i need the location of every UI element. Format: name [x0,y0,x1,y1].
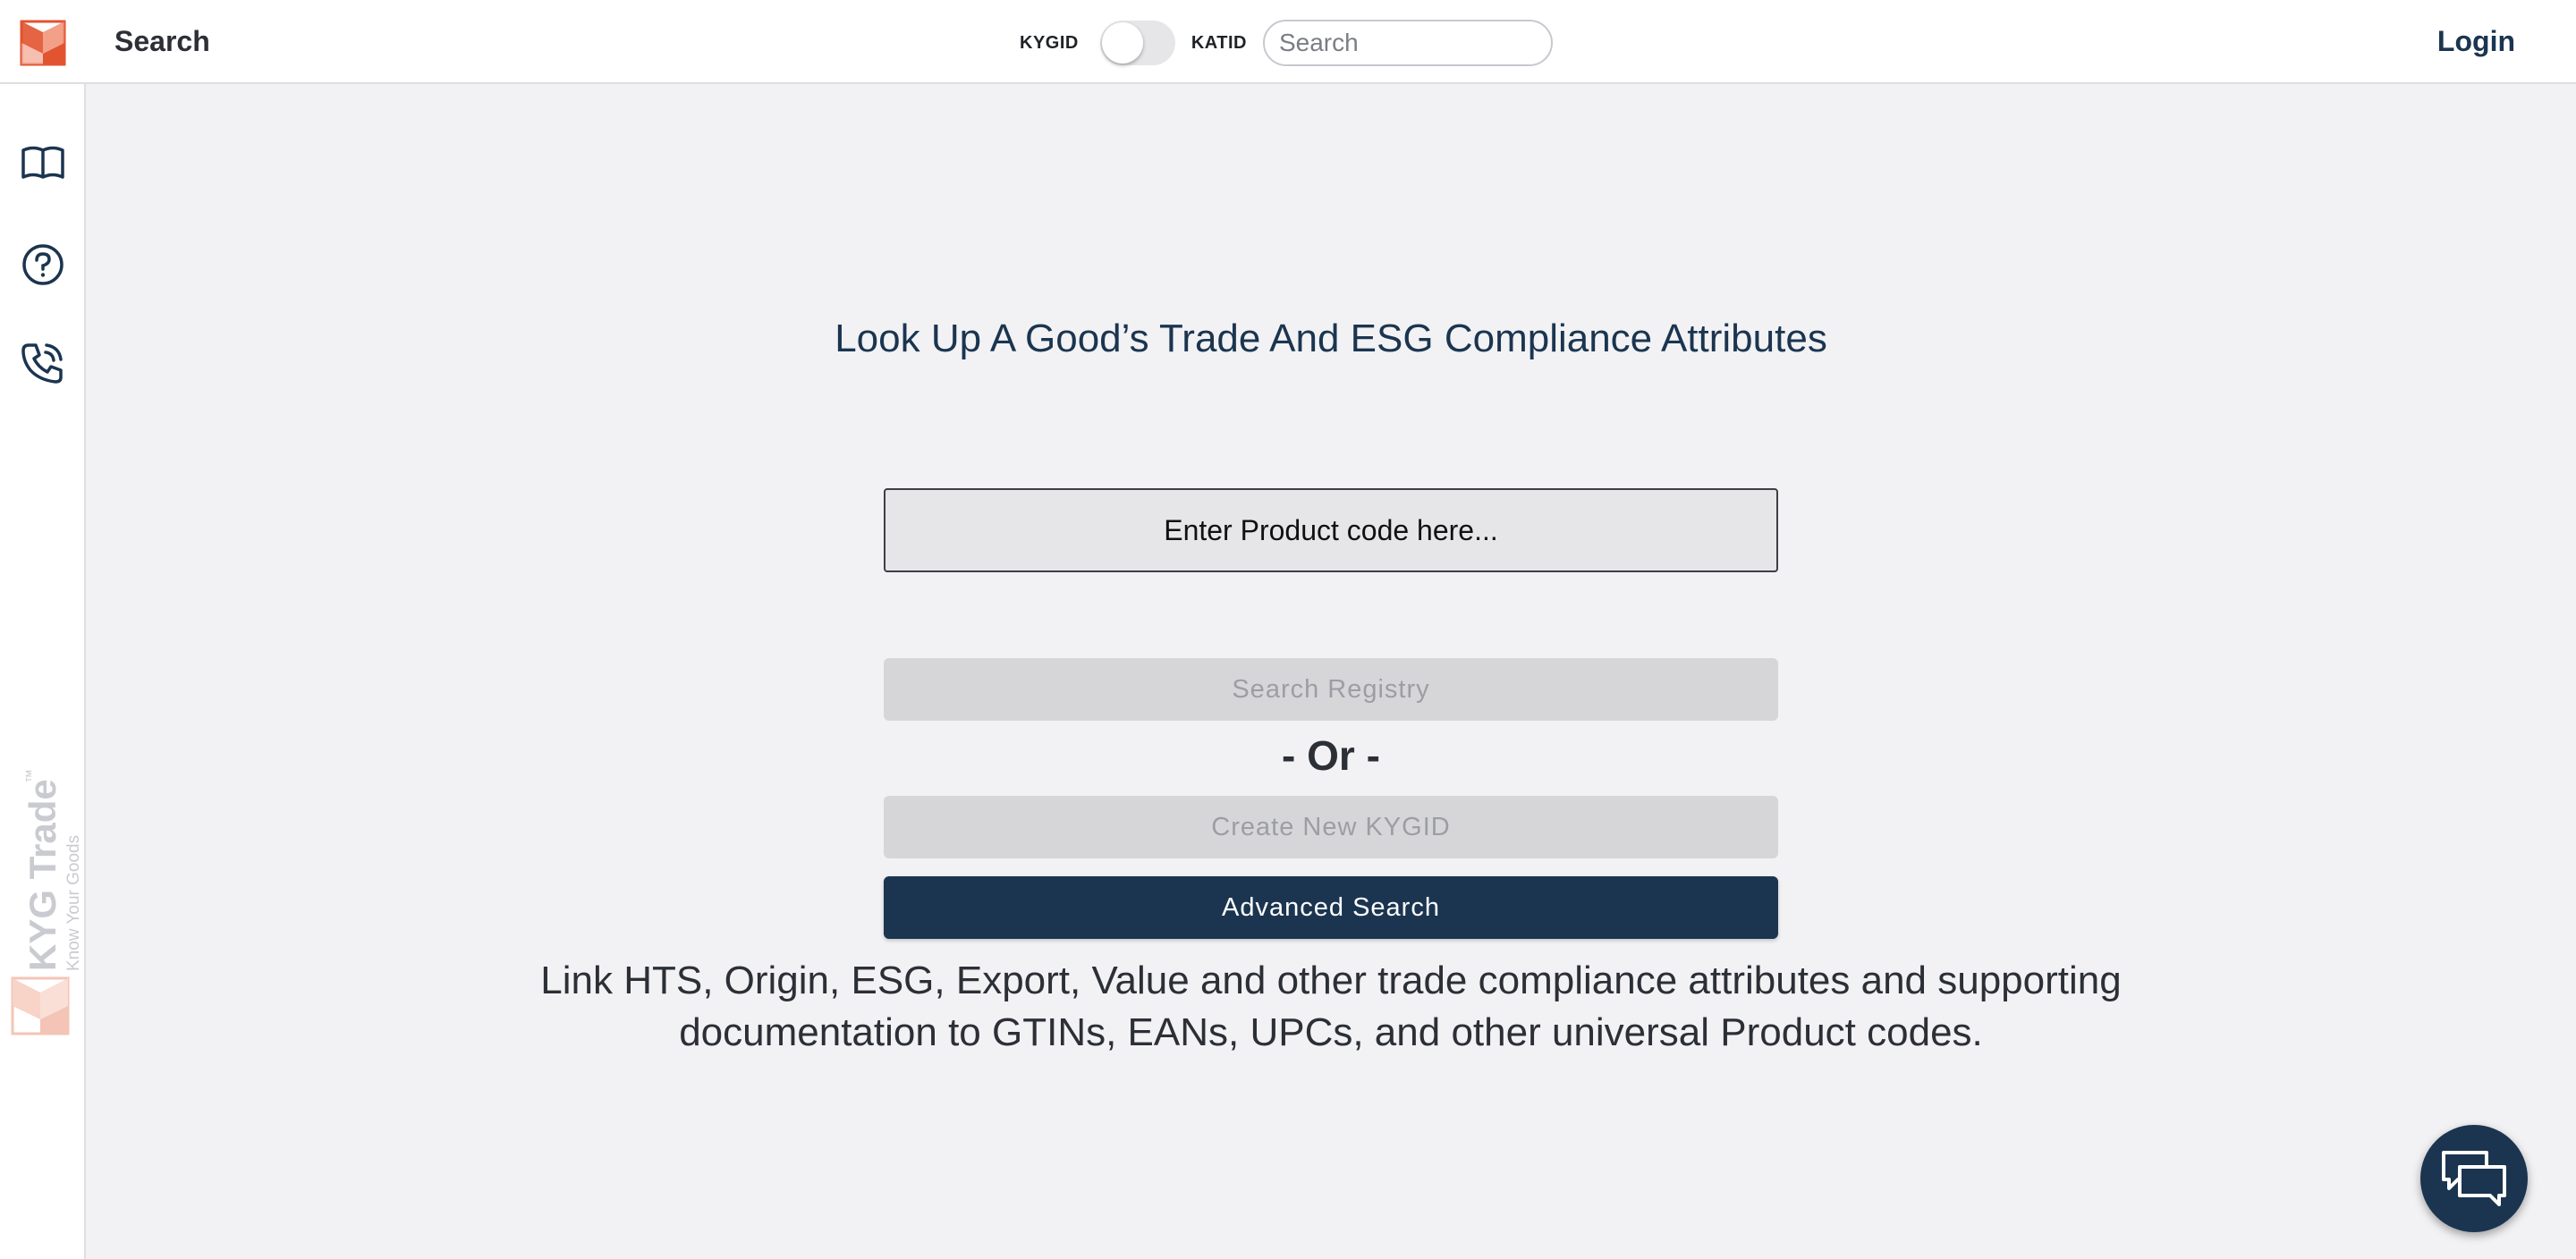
main-content: Look Up A Good’s Trade And ESG Complianc… [86,84,2576,1259]
toggle-label-kygid: KYGID [1020,32,1079,53]
chat-bubbles-icon [2442,1151,2506,1206]
page-headline: Look Up A Good’s Trade And ESG Complianc… [835,317,1827,360]
top-navbar: Search KYGID KATID Login [0,0,2576,84]
brand-tagline: Know Your Goods [64,835,80,971]
header-search-input[interactable] [1262,20,1553,66]
brand-name: KYG Trade [21,779,64,971]
page-title: Search [114,25,210,57]
kyg-logo-icon[interactable] [20,20,66,66]
toggle-label-katid: KATID [1191,32,1247,53]
chat-button[interactable] [2420,1125,2528,1232]
phone-call-icon[interactable] [20,340,66,386]
help-circle-icon[interactable] [20,241,66,288]
sidebar: KYG Trade ™ Know Your Goods [0,84,86,1259]
switch-knob [1101,22,1143,63]
id-type-switch[interactable] [1099,21,1175,65]
advanced-search-button[interactable]: Advanced Search [884,876,1778,939]
kyg-trade-brand-watermark: KYG Trade ™ Know Your Goods [11,769,80,1035]
login-button[interactable]: Login [2437,25,2515,58]
search-registry-button[interactable]: Search Registry [884,658,1778,721]
create-new-kygid-button[interactable]: Create New KYGID [884,796,1778,858]
book-open-icon[interactable] [20,139,66,186]
id-type-toggle-group: KYGID KATID [1020,18,1553,68]
product-code-input[interactable] [884,488,1778,572]
brand-trademark: ™ [24,769,39,783]
or-separator: - Or - [1282,732,1380,779]
description-text: Link HTS, Origin, ESG, Export, Value and… [540,959,2122,1054]
